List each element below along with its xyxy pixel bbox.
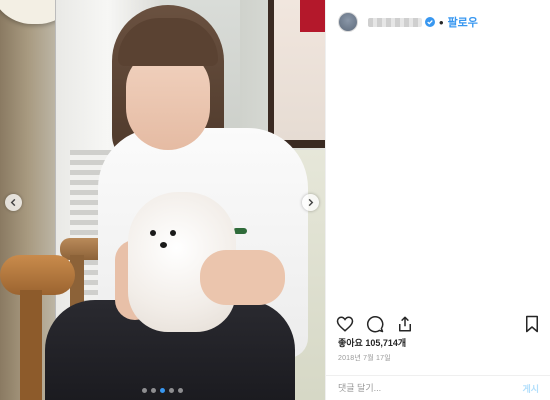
dog-nose: [160, 242, 167, 248]
comment-input[interactable]: [338, 383, 523, 393]
avatar[interactable]: [338, 12, 358, 32]
carousel-next-button[interactable]: [302, 194, 319, 211]
post-photo[interactable]: [0, 0, 325, 400]
carousel-prev-button[interactable]: [5, 194, 22, 211]
separator-dot: •: [439, 14, 444, 30]
follow-button[interactable]: 팔로우: [448, 14, 478, 30]
person-arm: [200, 250, 285, 305]
heart-icon: [336, 316, 354, 332]
post-sidebar: • 팔로우 좋아요 105,714개 2018년 7월 17일 게시: [325, 0, 550, 400]
share-button[interactable]: [394, 313, 416, 335]
comment-icon: [367, 316, 384, 333]
comment-bar: 게시: [326, 375, 550, 400]
username-redacted[interactable]: [368, 17, 422, 27]
likes-count[interactable]: 좋아요 105,714개: [338, 336, 406, 349]
carousel-dot: [169, 388, 174, 393]
comment-button[interactable]: [364, 313, 386, 335]
carousel-dot: [151, 388, 156, 393]
dog-eye: [150, 230, 156, 236]
carousel-dot: [178, 388, 183, 393]
carousel-indicator: [0, 388, 325, 393]
post-header: • 팔로우: [326, 0, 550, 44]
action-bar: [326, 311, 550, 337]
share-icon: [399, 316, 411, 332]
carousel-dot: [142, 388, 147, 393]
save-button[interactable]: [521, 313, 543, 335]
poster-banner: [300, 0, 325, 32]
post-comment-button[interactable]: 게시: [522, 382, 539, 395]
carousel-dot: [160, 388, 165, 393]
post-date: 2018년 7월 17일: [338, 355, 391, 362]
like-button[interactable]: [334, 313, 356, 335]
chair-leg: [20, 290, 42, 400]
chair-arm: [0, 255, 75, 295]
verified-badge-icon: [425, 17, 435, 27]
dog-eye: [170, 230, 176, 236]
chevron-left-icon: [10, 198, 16, 207]
chevron-right-icon: [308, 198, 314, 207]
bookmark-icon: [526, 315, 538, 333]
